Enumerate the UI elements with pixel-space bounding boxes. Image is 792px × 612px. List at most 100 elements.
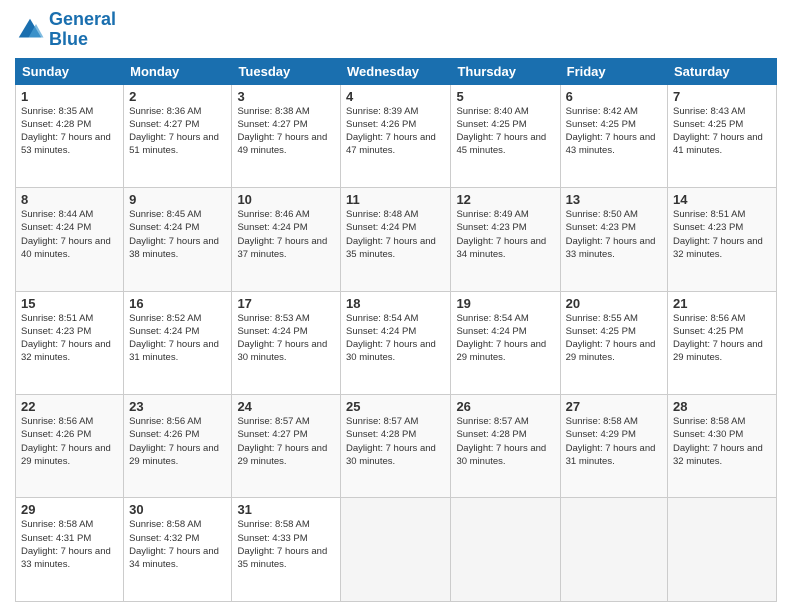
day-number: 8 — [21, 192, 118, 207]
cell-text: Sunrise: 8:44 AMSunset: 4:24 PMDaylight:… — [21, 209, 111, 260]
cell-text: Sunrise: 8:56 AMSunset: 4:26 PMDaylight:… — [129, 416, 219, 467]
day-number: 26 — [456, 399, 554, 414]
cell-text: Sunrise: 8:58 AMSunset: 4:29 PMDaylight:… — [566, 416, 656, 467]
logo: General Blue — [15, 10, 116, 50]
cell-text: Sunrise: 8:58 AMSunset: 4:32 PMDaylight:… — [129, 519, 219, 570]
calendar-week-1: 1Sunrise: 8:35 AMSunset: 4:28 PMDaylight… — [16, 84, 777, 187]
calendar-cell: 14Sunrise: 8:51 AMSunset: 4:23 PMDayligh… — [668, 188, 777, 291]
calendar-cell: 16 Sunrise: 8:52 AMSunset: 4:24 PMDayligh… — [124, 291, 232, 394]
day-number: 23 — [129, 399, 226, 414]
cell-text: Sunrise: 8:57 AMSunset: 4:28 PMDaylight:… — [456, 416, 546, 467]
day-number: 9 — [129, 192, 226, 207]
day-number: 1 — [21, 89, 118, 104]
cell-text: Sunrise: 8:54 AMSunset: 4:24 PMDaylight:… — [346, 313, 436, 364]
day-number: 4 — [346, 89, 445, 104]
day-number: 13 — [566, 192, 662, 207]
cell-text: Sunrise: 8:56 AMSunset: 4:26 PMDaylight:… — [21, 416, 111, 467]
calendar-cell: 20Sunrise: 8:55 AMSunset: 4:25 PMDayligh… — [560, 291, 667, 394]
cell-text: Sunrise: 8:39 AMSunset: 4:26 PMDaylight:… — [346, 106, 436, 157]
col-header-friday: Friday — [560, 58, 667, 84]
calendar-week-3: 15 Sunrise: 8:51 AMSunset: 4:23 PMDayligh… — [16, 291, 777, 394]
cell-text: Sunrise: 8:38 AMSunset: 4:27 PMDaylight:… — [237, 106, 327, 157]
day-number: 11 — [346, 192, 445, 207]
col-header-tuesday: Tuesday — [232, 58, 341, 84]
calendar-cell: 22 Sunrise: 8:56 AMSunset: 4:26 PMDayligh… — [16, 395, 124, 498]
day-number: 21 — [673, 296, 771, 311]
calendar-cell — [560, 498, 667, 602]
day-number: 22 — [21, 399, 118, 414]
calendar-cell: 23 Sunrise: 8:56 AMSunset: 4:26 PMDayligh… — [124, 395, 232, 498]
cell-text: Sunrise: 8:52 AMSunset: 4:24 PMDaylight:… — [129, 313, 219, 364]
calendar-cell: 26 Sunrise: 8:57 AMSunset: 4:28 PMDayligh… — [451, 395, 560, 498]
calendar-cell: 13 Sunrise: 8:50 AMSunset: 4:23 PMDayligh… — [560, 188, 667, 291]
calendar-cell — [668, 498, 777, 602]
calendar-cell: 9 Sunrise: 8:45 AMSunset: 4:24 PMDaylight… — [124, 188, 232, 291]
day-number: 16 — [129, 296, 226, 311]
day-number: 31 — [237, 502, 335, 517]
cell-text: Sunrise: 8:58 AMSunset: 4:33 PMDaylight:… — [237, 519, 327, 570]
calendar-cell: 30 Sunrise: 8:58 AMSunset: 4:32 PMDayligh… — [124, 498, 232, 602]
calendar-cell: 2 Sunrise: 8:36 AMSunset: 4:27 PMDaylight… — [124, 84, 232, 187]
day-number: 30 — [129, 502, 226, 517]
cell-text: Sunrise: 8:36 AMSunset: 4:27 PMDaylight:… — [129, 106, 219, 157]
page-header: General Blue — [15, 10, 777, 50]
calendar-cell: 29 Sunrise: 8:58 AMSunset: 4:31 PMDayligh… — [16, 498, 124, 602]
col-header-monday: Monday — [124, 58, 232, 84]
calendar-cell: 5 Sunrise: 8:40 AMSunset: 4:25 PMDaylight… — [451, 84, 560, 187]
cell-text: Sunrise: 8:55 AMSunset: 4:25 PMDaylight:… — [566, 313, 656, 364]
calendar-cell: 6 Sunrise: 8:42 AMSunset: 4:25 PMDaylight… — [560, 84, 667, 187]
col-header-saturday: Saturday — [668, 58, 777, 84]
calendar-cell: 3 Sunrise: 8:38 AMSunset: 4:27 PMDaylight… — [232, 84, 341, 187]
cell-text: Sunrise: 8:42 AMSunset: 4:25 PMDaylight:… — [566, 106, 656, 157]
calendar-cell: 21Sunrise: 8:56 AMSunset: 4:25 PMDayligh… — [668, 291, 777, 394]
day-number: 15 — [21, 296, 118, 311]
logo-text: General Blue — [49, 10, 116, 50]
cell-text: Sunrise: 8:58 AMSunset: 4:31 PMDaylight:… — [21, 519, 111, 570]
cell-text: Sunrise: 8:58 AMSunset: 4:30 PMDaylight:… — [673, 416, 763, 467]
calendar-cell: 11Sunrise: 8:48 AMSunset: 4:24 PMDayligh… — [341, 188, 451, 291]
calendar-week-5: 29 Sunrise: 8:58 AMSunset: 4:31 PMDayligh… — [16, 498, 777, 602]
cell-text: Sunrise: 8:53 AMSunset: 4:24 PMDaylight:… — [237, 313, 327, 364]
day-number: 12 — [456, 192, 554, 207]
cell-text: Sunrise: 8:57 AMSunset: 4:28 PMDaylight:… — [346, 416, 436, 467]
calendar-week-4: 22 Sunrise: 8:56 AMSunset: 4:26 PMDayligh… — [16, 395, 777, 498]
calendar-cell: 24 Sunrise: 8:57 AMSunset: 4:27 PMDayligh… — [232, 395, 341, 498]
day-number: 7 — [673, 89, 771, 104]
calendar-cell: 10 Sunrise: 8:46 AMSunset: 4:24 PMDayligh… — [232, 188, 341, 291]
calendar-cell: 7Sunrise: 8:43 AMSunset: 4:25 PMDaylight… — [668, 84, 777, 187]
cell-text: Sunrise: 8:49 AMSunset: 4:23 PMDaylight:… — [456, 209, 546, 260]
calendar-cell: 25 Sunrise: 8:57 AMSunset: 4:28 PMDayligh… — [341, 395, 451, 498]
calendar-cell: 8 Sunrise: 8:44 AMSunset: 4:24 PMDaylight… — [16, 188, 124, 291]
calendar-cell — [341, 498, 451, 602]
day-number: 5 — [456, 89, 554, 104]
calendar-cell: 4 Sunrise: 8:39 AMSunset: 4:26 PMDaylight… — [341, 84, 451, 187]
calendar-header-row: SundayMondayTuesdayWednesdayThursdayFrid… — [16, 58, 777, 84]
day-number: 2 — [129, 89, 226, 104]
day-number: 17 — [237, 296, 335, 311]
col-header-sunday: Sunday — [16, 58, 124, 84]
calendar-cell: 15 Sunrise: 8:51 AMSunset: 4:23 PMDayligh… — [16, 291, 124, 394]
day-number: 3 — [237, 89, 335, 104]
day-number: 18 — [346, 296, 445, 311]
day-number: 6 — [566, 89, 662, 104]
calendar-cell: 19Sunrise: 8:54 AMSunset: 4:24 PMDayligh… — [451, 291, 560, 394]
logo-icon — [15, 15, 45, 45]
day-number: 29 — [21, 502, 118, 517]
cell-text: Sunrise: 8:51 AMSunset: 4:23 PMDaylight:… — [21, 313, 111, 364]
cell-text: Sunrise: 8:54 AMSunset: 4:24 PMDaylight:… — [456, 313, 546, 364]
day-number: 24 — [237, 399, 335, 414]
col-header-wednesday: Wednesday — [341, 58, 451, 84]
cell-text: Sunrise: 8:51 AMSunset: 4:23 PMDaylight:… — [673, 209, 763, 260]
day-number: 25 — [346, 399, 445, 414]
cell-text: Sunrise: 8:46 AMSunset: 4:24 PMDaylight:… — [237, 209, 327, 260]
cell-text: Sunrise: 8:50 AMSunset: 4:23 PMDaylight:… — [566, 209, 656, 260]
calendar-cell: 17 Sunrise: 8:53 AMSunset: 4:24 PMDayligh… — [232, 291, 341, 394]
col-header-thursday: Thursday — [451, 58, 560, 84]
day-number: 28 — [673, 399, 771, 414]
cell-text: Sunrise: 8:40 AMSunset: 4:25 PMDaylight:… — [456, 106, 546, 157]
calendar-body: 1Sunrise: 8:35 AMSunset: 4:28 PMDaylight… — [16, 84, 777, 601]
calendar-cell: 28 Sunrise: 8:58 AMSunset: 4:30 PMDayligh… — [668, 395, 777, 498]
cell-text: Sunrise: 8:45 AMSunset: 4:24 PMDaylight:… — [129, 209, 219, 260]
cell-text: Sunrise: 8:57 AMSunset: 4:27 PMDaylight:… — [237, 416, 327, 467]
day-number: 10 — [237, 192, 335, 207]
